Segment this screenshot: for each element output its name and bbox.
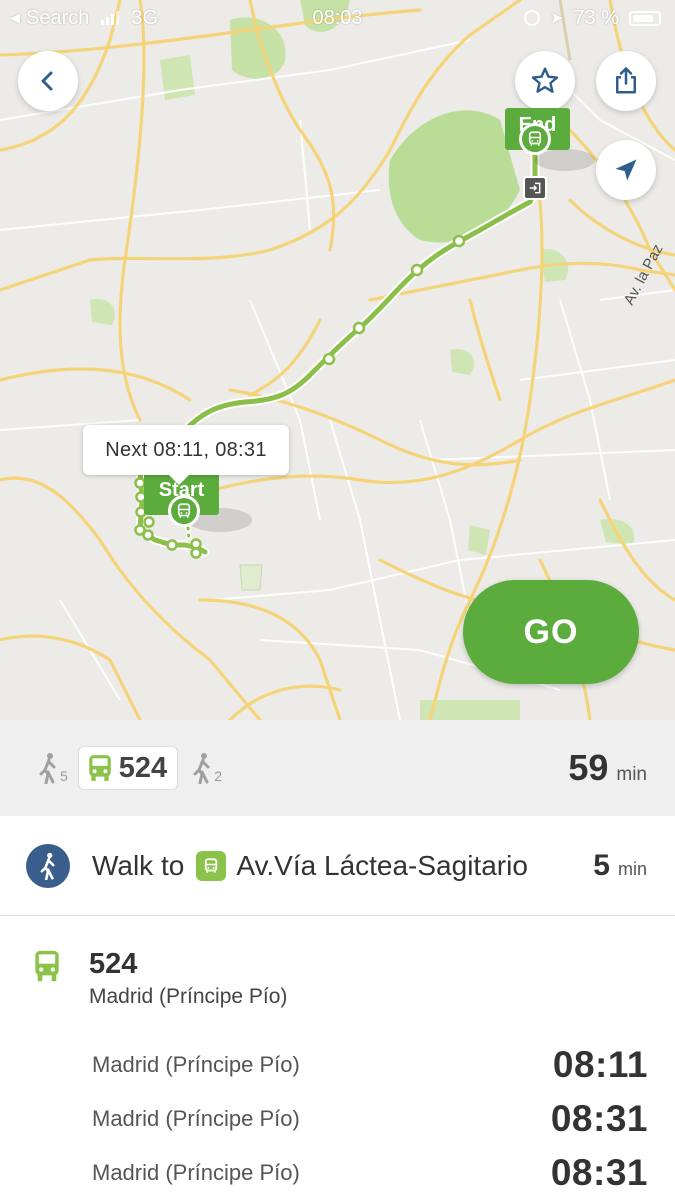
- departure-row[interactable]: Madrid (Príncipe Pío) 08:31: [92, 1098, 648, 1140]
- station-entrance-icon: [523, 176, 547, 200]
- bus-icon: [35, 950, 59, 982]
- walk-step-duration: 5 min: [593, 849, 647, 883]
- location-arrow-icon: ➤: [550, 10, 564, 27]
- bus-line-details[interactable]: 524 Madrid (Príncipe Pío) Madrid (Prínci…: [0, 917, 675, 1200]
- bus-icon: [89, 755, 111, 781]
- departure-destination: Madrid (Príncipe Pío): [92, 1106, 300, 1131]
- line-number: 524: [89, 948, 138, 980]
- bus-line-number: 524: [118, 751, 168, 784]
- departure-time: 08:31: [550, 1098, 648, 1139]
- total-duration: 59 min: [568, 747, 647, 789]
- status-bar: ◀ Search 3G 08:03 ➤ 73 %: [0, 0, 675, 36]
- bus-stop-icon: [196, 850, 227, 881]
- navigation-arrow-icon: [615, 159, 637, 181]
- departure-time: 08:11: [552, 1044, 648, 1085]
- battery-icon: [629, 10, 661, 26]
- walk-step-minutes: 5: [593, 848, 610, 882]
- back-button[interactable]: [18, 51, 78, 111]
- departure-destination: Madrid (Príncipe Pío): [92, 1052, 300, 1077]
- walk-segment-start: 5: [36, 752, 68, 784]
- walk-step-icon: [26, 843, 70, 888]
- star-icon: [531, 67, 559, 93]
- bus-line-chip[interactable]: 524: [77, 746, 179, 790]
- walk-step-prefix: Walk to: [92, 849, 185, 881]
- walk-icon: [193, 753, 210, 784]
- walk-icon: [39, 753, 56, 784]
- walk-step-unit: min: [617, 858, 647, 879]
- go-button[interactable]: GO: [463, 580, 639, 684]
- route-summary[interactable]: 5 524 2 59 min: [0, 720, 675, 816]
- walk-segment-end: 2: [190, 752, 222, 784]
- departure-row[interactable]: Madrid (Príncipe Pío) 08:31: [92, 1152, 648, 1194]
- locate-me-button[interactable]: [596, 140, 656, 200]
- route-map[interactable]: Av. la Paz ◀ Search 3G 08:03 ➤ 73 % Star…: [0, 0, 675, 720]
- total-unit: min: [616, 764, 647, 785]
- walk-end-minutes: 2: [214, 768, 222, 784]
- total-minutes: 59: [568, 747, 609, 788]
- next-departures-tooltip[interactable]: Next 08:11, 08:31: [83, 425, 289, 485]
- end-stop-bus-icon[interactable]: [519, 123, 551, 155]
- share-icon: [616, 67, 636, 94]
- walk-step[interactable]: Walk to Av.Vía Láctea-Sagitario 5 min: [0, 816, 675, 916]
- battery-percent: 73 %: [573, 6, 619, 29]
- departure-destination: Madrid (Príncipe Pío): [92, 1160, 300, 1185]
- start-stop-bus-icon[interactable]: [168, 495, 200, 527]
- street-label: Av. la Paz: [621, 241, 667, 307]
- orientation-lock-icon: [524, 10, 540, 26]
- walk-step-stop-name: Av.Vía Láctea-Sagitario: [236, 849, 528, 881]
- share-button[interactable]: [596, 51, 656, 111]
- departure-row[interactable]: Madrid (Príncipe Pío) 08:11: [92, 1044, 648, 1086]
- departure-time: 08:31: [550, 1152, 648, 1193]
- line-destination: Madrid (Príncipe Pío): [89, 985, 288, 1008]
- favorite-button[interactable]: [515, 51, 575, 111]
- walk-start-minutes: 5: [60, 768, 68, 784]
- chevron-left-icon: [41, 71, 53, 91]
